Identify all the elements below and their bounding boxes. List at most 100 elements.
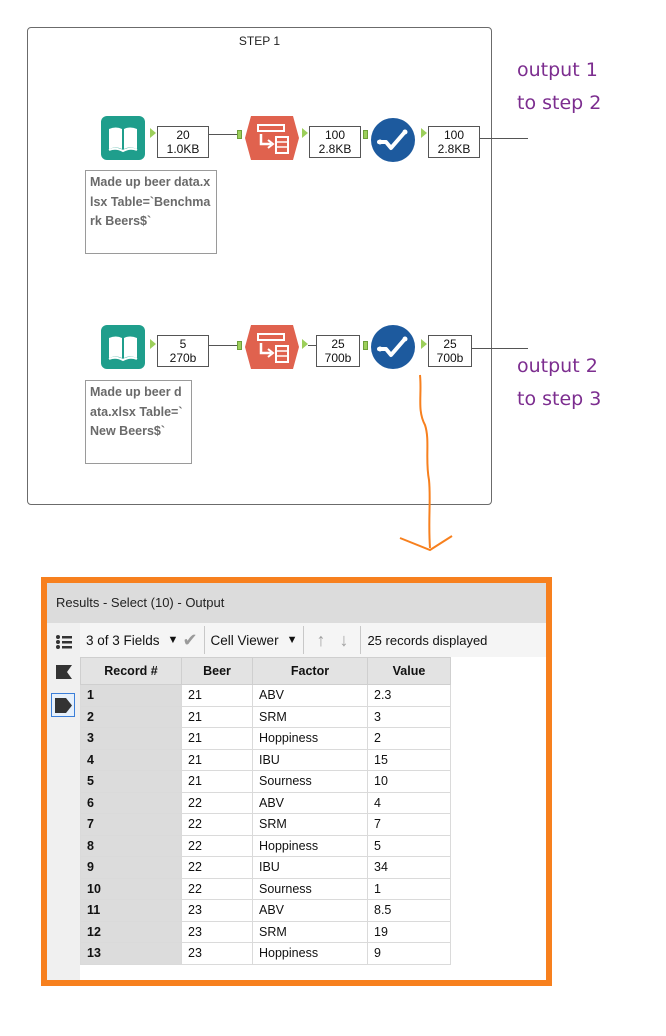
input-anchor[interactable] [363, 130, 368, 139]
record-number-cell[interactable]: 2 [80, 705, 182, 728]
transpose-tool-2[interactable] [245, 325, 299, 369]
results-grid[interactable]: Record # Beer Factor Value 1 21 ABV 2.3 2 21 S… [80, 657, 546, 980]
table-cell[interactable]: ABV [252, 684, 368, 707]
connection-line[interactable] [480, 138, 528, 139]
column-header[interactable]: Factor [252, 657, 368, 685]
table-cell[interactable]: 2 [367, 727, 451, 750]
table-cell[interactable]: SRM [252, 920, 368, 943]
select-tool-1[interactable] [370, 117, 416, 163]
table-row[interactable]: 1 21 ABV 2.3 [80, 684, 451, 707]
input-anchor[interactable] [363, 341, 368, 350]
table-row[interactable]: 13 23 Hoppiness 9 [80, 942, 451, 965]
field-list-icon[interactable] [55, 633, 73, 651]
table-cell[interactable]: 7 [367, 813, 451, 836]
table-cell[interactable]: Sourness [252, 770, 368, 793]
table-cell[interactable]: 2.3 [367, 684, 451, 707]
checkmark-icon [371, 118, 415, 162]
fields-dropdown[interactable]: 3 of 3 Fields ▼ ✔ [80, 623, 204, 657]
table-cell[interactable]: Sourness [252, 877, 368, 900]
output-anchor[interactable] [150, 128, 156, 138]
table-cell[interactable]: 3 [367, 705, 451, 728]
column-header[interactable]: Value [367, 657, 451, 685]
record-number-cell[interactable]: 5 [80, 770, 182, 793]
record-number-cell[interactable]: 8 [80, 834, 182, 857]
output-anchor[interactable] [150, 339, 156, 349]
table-cell[interactable]: 1 [367, 877, 451, 900]
arrow-up-icon[interactable]: ↑ [316, 630, 325, 651]
table-row[interactable]: 12 23 SRM 19 [80, 920, 451, 943]
table-cell[interactable]: 22 [181, 813, 253, 836]
table-cell[interactable]: Hoppiness [252, 727, 368, 750]
table-cell[interactable]: 21 [181, 748, 253, 771]
table-cell[interactable]: IBU [252, 856, 368, 879]
arrow-down-icon[interactable]: ↓ [339, 630, 348, 651]
connection-line[interactable] [209, 134, 237, 135]
table-row[interactable]: 7 22 SRM 7 [80, 813, 451, 836]
table-row[interactable]: 11 23 ABV 8.5 [80, 899, 451, 922]
input-data-tool-2[interactable] [101, 325, 145, 369]
table-cell[interactable]: 9 [367, 942, 451, 965]
select-tool-2[interactable] [370, 324, 416, 370]
record-number-cell[interactable]: 3 [80, 727, 182, 750]
input-anchor[interactable] [237, 130, 242, 139]
table-row[interactable]: 6 22 ABV 4 [80, 791, 451, 814]
table-cell[interactable]: 23 [181, 942, 253, 965]
record-number-cell[interactable]: 10 [80, 877, 182, 900]
table-cell[interactable]: 4 [367, 791, 451, 814]
input-anchor[interactable] [237, 341, 242, 350]
data-view-button[interactable] [51, 693, 75, 717]
table-cell[interactable]: 21 [181, 770, 253, 793]
table-cell[interactable]: 10 [367, 770, 451, 793]
table-cell[interactable]: 22 [181, 856, 253, 879]
record-number-cell[interactable]: 6 [80, 791, 182, 814]
table-cell[interactable]: Hoppiness [252, 942, 368, 965]
table-row[interactable]: 3 21 Hoppiness 2 [80, 727, 451, 750]
output-anchor[interactable] [302, 128, 308, 138]
table-row[interactable]: 8 22 Hoppiness 5 [80, 834, 451, 857]
table-cell[interactable]: 5 [367, 834, 451, 857]
record-number-cell[interactable]: 9 [80, 856, 182, 879]
record-number-cell[interactable]: 7 [80, 813, 182, 836]
record-number-cell[interactable]: 11 [80, 899, 182, 922]
output-anchor[interactable] [302, 339, 308, 349]
column-header[interactable]: Beer [181, 657, 253, 685]
table-cell[interactable]: IBU [252, 748, 368, 771]
record-number-cell[interactable]: 1 [80, 684, 182, 707]
table-cell[interactable]: ABV [252, 791, 368, 814]
table-cell[interactable]: 21 [181, 727, 253, 750]
table-row[interactable]: 10 22 Sourness 1 [80, 877, 451, 900]
metadata-icon[interactable] [55, 663, 73, 681]
table-cell[interactable]: ABV [252, 899, 368, 922]
table-cell[interactable]: 34 [367, 856, 451, 879]
table-cell[interactable]: Hoppiness [252, 834, 368, 857]
table-cell[interactable]: 15 [367, 748, 451, 771]
column-header[interactable]: Record # [80, 657, 182, 685]
input-data-tool-1[interactable] [101, 116, 145, 160]
table-cell[interactable]: 21 [181, 684, 253, 707]
table-cell[interactable]: 19 [367, 920, 451, 943]
cell-viewer-dropdown[interactable]: Cell Viewer ▼ [205, 623, 304, 657]
table-cell[interactable]: SRM [252, 705, 368, 728]
connection-line[interactable] [308, 345, 316, 346]
record-number-cell[interactable]: 4 [80, 748, 182, 771]
connection-line[interactable] [472, 348, 528, 349]
table-cell[interactable]: 22 [181, 834, 253, 857]
check-icon[interactable]: ✔ [182, 630, 197, 651]
table-cell[interactable]: 22 [181, 791, 253, 814]
table-cell[interactable]: 8.5 [367, 899, 451, 922]
table-row[interactable]: 5 21 Sourness 10 [80, 770, 451, 793]
transpose-tool-1[interactable] [245, 116, 299, 160]
record-number-cell[interactable]: 13 [80, 942, 182, 965]
output-anchor[interactable] [421, 128, 427, 138]
table-cell[interactable]: 21 [181, 705, 253, 728]
table-cell[interactable]: 22 [181, 877, 253, 900]
table-cell[interactable]: SRM [252, 813, 368, 836]
connection-line[interactable] [209, 345, 237, 346]
table-row[interactable]: 4 21 IBU 15 [80, 748, 451, 771]
table-cell[interactable]: 23 [181, 920, 253, 943]
record-number-cell[interactable]: 12 [80, 920, 182, 943]
table-row[interactable]: 9 22 IBU 34 [80, 856, 451, 879]
table-row[interactable]: 2 21 SRM 3 [80, 705, 451, 728]
table-cell[interactable]: 23 [181, 899, 253, 922]
output-anchor[interactable] [421, 339, 427, 349]
